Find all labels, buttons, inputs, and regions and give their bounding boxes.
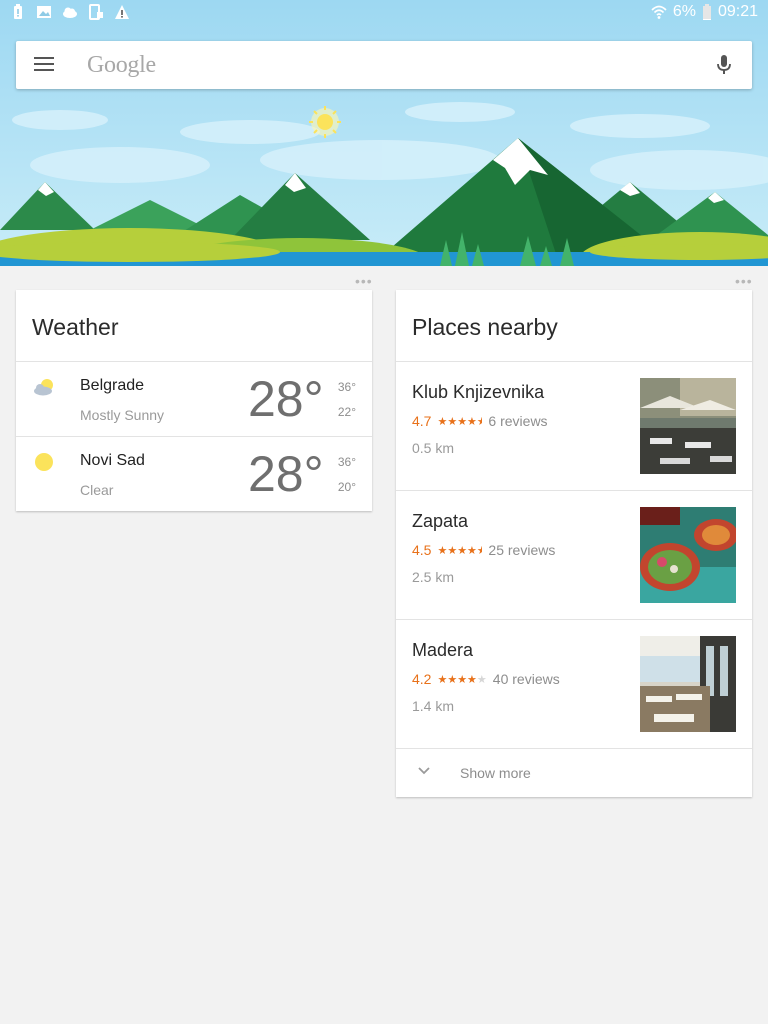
- place-item[interactable]: Madera 4.2 ★★★★★ 40 reviews 1.4 km: [396, 620, 752, 749]
- chevron-down-icon: [418, 767, 430, 775]
- place-rating: 4.5: [412, 542, 432, 558]
- microphone-icon[interactable]: [716, 54, 732, 76]
- image-icon: [37, 6, 51, 18]
- place-reviews: 6 reviews: [488, 413, 548, 429]
- weather-row[interactable]: Novi Sad Clear 28° 36° 20°: [16, 437, 372, 512]
- weather-card[interactable]: Weather Belgrade Mostly Sunny 28° 36° 22…: [16, 290, 372, 511]
- place-item[interactable]: Klub Knjizevnika 4.7 ★★★★★ 6 reviews 0.5…: [396, 362, 752, 491]
- weather-card-title: Weather: [16, 290, 372, 362]
- weather-condition: Mostly Sunny: [80, 407, 165, 423]
- weather-temperature: 28°: [248, 446, 324, 502]
- weather-city: Novi Sad: [80, 452, 145, 469]
- weather-low: 22°: [337, 405, 356, 419]
- star-rating-icon: ★★★★★: [437, 673, 487, 686]
- place-rating: 4.2: [412, 671, 432, 687]
- show-more-button[interactable]: Show more: [396, 749, 752, 797]
- place-name: Klub Knjizevnika: [412, 382, 545, 402]
- weather-card-overflow-icon[interactable]: •••: [355, 273, 373, 289]
- battery-percent: 6%: [672, 3, 696, 20]
- places-card-overflow-icon[interactable]: •••: [735, 273, 753, 289]
- weather-temperature: 28°: [248, 371, 324, 427]
- search-bar[interactable]: Google: [16, 41, 752, 89]
- place-distance: 0.5 km: [412, 440, 455, 456]
- star-rating-icon: ★★★★★: [437, 415, 483, 428]
- place-reviews: 25 reviews: [488, 542, 556, 558]
- warning-icon: [115, 5, 129, 19]
- weather-low: 20°: [337, 480, 356, 494]
- place-rating: 4.7: [412, 413, 432, 429]
- battery-icon: [702, 4, 711, 20]
- place-distance: 1.4 km: [412, 698, 455, 714]
- google-logo: Google: [87, 52, 156, 78]
- place-photo[interactable]: [640, 636, 736, 732]
- place-distance: 2.5 km: [412, 569, 455, 585]
- weather-high: 36°: [337, 455, 356, 469]
- place-item[interactable]: Zapata 4.5 ★★★★★ 25 reviews 2.5 km: [396, 491, 752, 620]
- wifi-icon: [651, 5, 667, 19]
- status-bar: 6% 09:21: [0, 0, 768, 26]
- show-more-label: Show more: [460, 765, 531, 781]
- menu-icon[interactable]: [34, 57, 54, 73]
- cloud-icon: [63, 7, 77, 18]
- star-rating-icon: ★★★★★: [437, 544, 483, 557]
- battery-alert-icon: [14, 4, 22, 19]
- place-name: Madera: [412, 640, 474, 660]
- place-name: Zapata: [412, 511, 469, 531]
- device-lock-icon: [89, 4, 103, 20]
- places-card-title: Places nearby: [396, 290, 752, 362]
- place-reviews: 40 reviews: [492, 671, 560, 687]
- clock: 09:21: [717, 3, 758, 20]
- weather-row[interactable]: Belgrade Mostly Sunny 28° 36° 22°: [16, 362, 372, 437]
- weather-condition: Clear: [80, 482, 114, 498]
- partly-sunny-icon: [34, 379, 53, 396]
- header-illustration: [0, 0, 768, 266]
- places-card[interactable]: Places nearby Klub Knjizevnika 4.7 ★★★★★…: [396, 290, 752, 797]
- mountain-landscape: [0, 0, 768, 266]
- sun-icon: [35, 453, 53, 471]
- weather-city: Belgrade: [80, 377, 145, 394]
- place-photo[interactable]: [640, 378, 736, 474]
- weather-high: 36°: [337, 380, 356, 394]
- place-photo[interactable]: [640, 507, 736, 603]
